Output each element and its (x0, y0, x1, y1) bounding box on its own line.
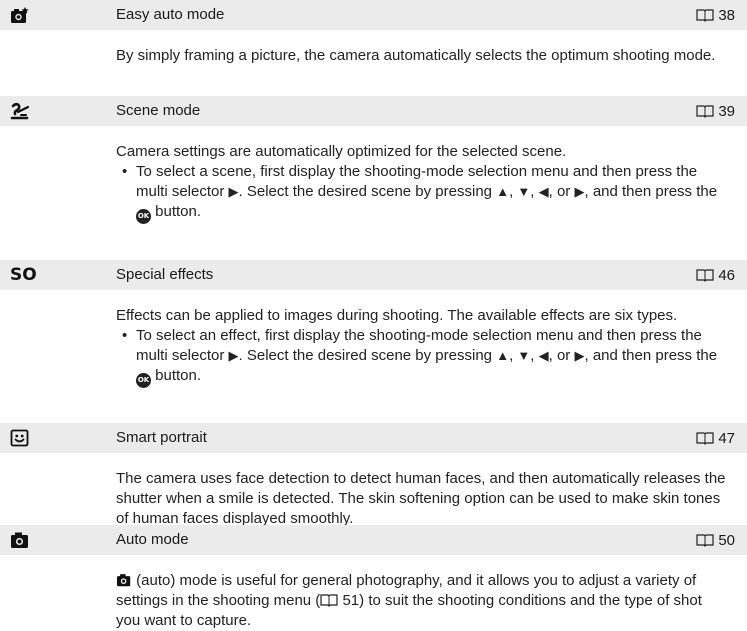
inline-page-reference[interactable]: 51 (342, 592, 359, 609)
page-reference-number: 38 (718, 6, 735, 24)
up-arrow-icon: ▲ (496, 184, 510, 199)
page-reference[interactable]: 47 (696, 423, 735, 453)
section-title: Special effects (116, 266, 214, 283)
right-arrow-icon: ▶ (228, 348, 239, 363)
special-effects-description: Effects can be applied to images during … (116, 306, 728, 388)
scene-mode-header: Scene mode 39 (0, 96, 747, 126)
page-reference-number: 46 (718, 266, 735, 284)
book-reference-icon (696, 534, 714, 547)
book-reference-icon (696, 432, 714, 445)
page-reference[interactable]: 46 (696, 260, 735, 290)
section-title: Easy auto mode (116, 6, 225, 23)
easy-auto-camera-icon (10, 0, 30, 30)
smart-portrait-icon (10, 423, 30, 453)
book-reference-icon (696, 269, 714, 282)
bullet-dot: • (122, 327, 128, 344)
description-text: The camera uses face detection to detect… (116, 470, 726, 527)
left-arrow-icon: ◀ (538, 184, 549, 199)
auto-mode-description: (auto) mode is useful for general photog… (116, 571, 728, 631)
right-arrow-icon: ▶ (574, 184, 585, 199)
auto-mode-header: Auto mode 50 (0, 525, 747, 555)
bullet-dot: • (122, 163, 128, 180)
description-text: Camera settings are automatically optimi… (116, 143, 567, 160)
bullet-item: • To select an effect, first display the… (122, 326, 728, 388)
auto-mode-camera-icon (117, 574, 131, 587)
down-arrow-icon: ▼ (517, 348, 531, 363)
page-reference-number: 47 (718, 429, 735, 447)
shooting-modes-page: Easy auto mode 38 By simply framing a pi… (0, 0, 747, 629)
section-title: Auto mode (116, 531, 189, 548)
left-arrow-icon: ◀ (538, 348, 549, 363)
up-arrow-icon: ▲ (496, 348, 510, 363)
bullet-item: • To select a scene, first display the s… (122, 162, 728, 224)
page-reference[interactable]: 39 (696, 96, 735, 126)
smart-portrait-description: The camera uses face detection to detect… (116, 469, 728, 529)
description-text: By simply framing a picture, the camera … (116, 47, 716, 64)
page-reference[interactable]: 38 (696, 0, 735, 30)
section-title: Scene mode (116, 102, 201, 119)
page-reference-number: 50 (718, 531, 735, 549)
special-effects-icon: SO (10, 260, 37, 290)
ok-button-icon: OK (136, 209, 151, 224)
description-text: Effects can be applied to images during … (116, 307, 678, 324)
description-text: (auto) mode is useful for general photog… (116, 572, 702, 629)
right-arrow-icon: ▶ (228, 184, 239, 199)
easy-auto-mode-header: Easy auto mode 38 (0, 0, 747, 30)
book-reference-icon (696, 105, 714, 118)
page-reference[interactable]: 50 (696, 525, 735, 555)
special-effects-icon-label: SO (10, 265, 37, 285)
bullet-text: To select an effect, first display the s… (136, 326, 728, 388)
bullet-text: To select a scene, first display the sho… (136, 162, 728, 224)
auto-mode-camera-icon (10, 525, 30, 555)
ok-button-icon: OK (136, 373, 151, 388)
special-effects-header: SO Special effects 46 (0, 260, 747, 290)
right-arrow-icon: ▶ (574, 348, 585, 363)
smart-portrait-header: Smart portrait 47 (0, 423, 747, 453)
scene-mode-icon (10, 96, 30, 126)
book-reference-icon (696, 9, 714, 22)
down-arrow-icon: ▼ (517, 184, 531, 199)
scene-mode-description: Camera settings are automatically optimi… (116, 142, 728, 224)
page-reference-number: 39 (718, 102, 735, 120)
easy-auto-mode-description: By simply framing a picture, the camera … (116, 46, 728, 66)
book-reference-icon (320, 594, 338, 607)
section-title: Smart portrait (116, 429, 207, 446)
